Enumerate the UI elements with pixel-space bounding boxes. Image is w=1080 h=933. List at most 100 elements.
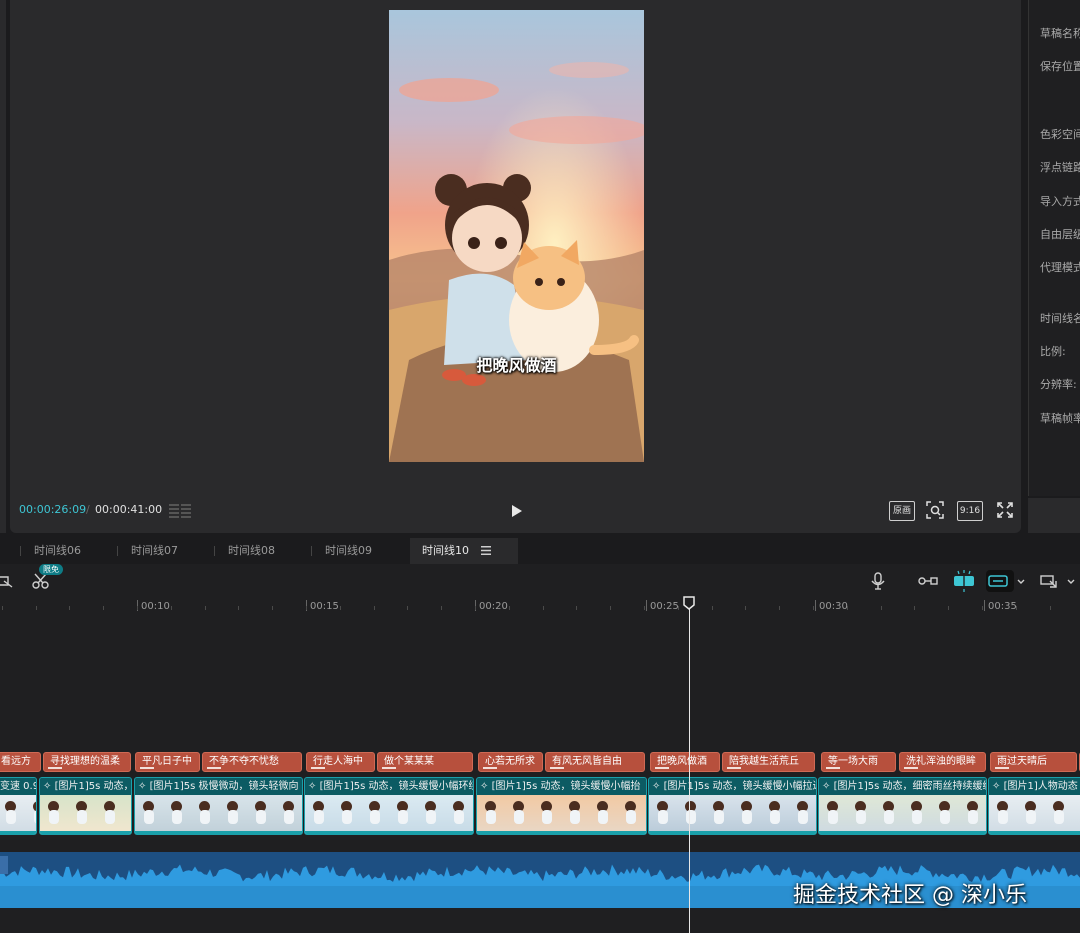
text-clip[interactable]: 不争不夺不忧愁 xyxy=(202,752,302,772)
ruler-minor-tick xyxy=(103,606,104,610)
prop-save-location: 保存位置 xyxy=(1040,60,1080,73)
thumbnail-frame xyxy=(989,795,1018,834)
text-clip-label: 看远方 xyxy=(1,756,31,767)
tab-timeline07[interactable]: 时间线07 xyxy=(119,538,190,564)
thumbnail-frame xyxy=(305,795,334,834)
thumbnail-frame xyxy=(191,795,220,834)
clip-handle xyxy=(989,831,1080,834)
text-clip-label: 寻找理想的温柔 xyxy=(50,756,120,767)
link-clips-icon[interactable] xyxy=(918,572,938,590)
play-icon[interactable] xyxy=(506,502,526,520)
text-clip[interactable]: 行走人海中 xyxy=(306,752,375,772)
microphone-icon[interactable] xyxy=(871,572,885,590)
prop-draft-name: 草稿名称 xyxy=(1040,27,1080,40)
video-clip-thumbnails xyxy=(819,795,986,834)
thumbnail-frame xyxy=(124,795,131,834)
tab-menu-icon[interactable] xyxy=(480,545,492,556)
video-preview[interactable]: 把晚风做酒 xyxy=(389,10,644,462)
video-clip[interactable]: ✧ [图片1]5s 动态，细密雨丝持续缓缓下 xyxy=(818,777,987,835)
fit-screen-icon[interactable] xyxy=(925,500,945,520)
text-clip[interactable]: 雨过天晴后 xyxy=(990,752,1077,772)
chevron-down-icon[interactable] xyxy=(1066,572,1076,590)
thumbnail-frame xyxy=(705,795,734,834)
thumbnail-frame xyxy=(135,795,164,834)
thumbnail-character-body xyxy=(284,810,294,824)
video-clip[interactable]: ✧ [图片1]人物动态 xyxy=(988,777,1080,835)
text-clip[interactable]: 看远方 xyxy=(0,752,41,772)
select-tool-icon[interactable] xyxy=(0,572,14,590)
ruler-minor-tick xyxy=(779,606,780,610)
text-clip[interactable]: 把晚风做酒 xyxy=(650,752,720,772)
video-clip-header: ✧ [图片1]5s 动态，镜头缓慢小幅拉近； xyxy=(649,778,816,795)
video-clip-thumbnails xyxy=(0,795,36,834)
ruler-minor-tick xyxy=(36,606,37,610)
prop-import-mode: 导入方式 xyxy=(1040,195,1080,208)
video-clip[interactable]: ✧ [图片1]5s 动态，镜头缓慢小幅环绕 xyxy=(304,777,474,835)
text-clip-label: 行走人海中 xyxy=(313,756,363,767)
preview-frame-image xyxy=(389,10,644,462)
preview-axis-toggle[interactable] xyxy=(986,570,1014,592)
text-clip[interactable]: 做个某某某 xyxy=(377,752,473,772)
video-clip-thumbnails xyxy=(305,795,473,834)
fullscreen-icon[interactable] xyxy=(996,501,1014,519)
original-quality-button[interactable]: 原画 xyxy=(889,501,915,521)
thumbnail-frame xyxy=(1017,795,1046,834)
video-clip-label: [图片1]5s 动态， xyxy=(54,781,131,792)
text-clip[interactable]: 寻找理想的温柔 xyxy=(43,752,131,772)
tab-timeline06[interactable]: 时间线06 xyxy=(22,538,93,564)
thumbnail-frame xyxy=(0,795,26,834)
aspect-ratio-button[interactable]: 9:16 xyxy=(957,501,983,521)
ruler-minor-tick xyxy=(576,606,577,610)
tab-separator xyxy=(311,546,312,556)
thumbnail-frame xyxy=(645,795,646,834)
thumbnail-character-body xyxy=(514,810,524,824)
text-clip-label: 做个某某某 xyxy=(384,756,434,767)
video-clip-thumbnails xyxy=(135,795,302,834)
clip-handle xyxy=(0,831,36,834)
snap-icon[interactable] xyxy=(952,570,976,592)
thumbnail-frame xyxy=(847,795,876,834)
waveform-grid-icon[interactable] xyxy=(169,503,191,519)
text-clip[interactable]: 洗礼浑浊的眼眸 xyxy=(899,752,986,772)
ruler-minor-tick xyxy=(1050,606,1051,610)
video-clip-thumbnails xyxy=(477,795,646,834)
thumbnail-frame xyxy=(819,795,848,834)
text-clip[interactable]: 心若无所求 xyxy=(478,752,543,772)
text-clip-label: 心若无所求 xyxy=(485,756,535,767)
clip-handle xyxy=(826,767,840,769)
clip-handle xyxy=(382,767,396,769)
video-clip-header: ✧ [图片1]5s 动态，镜头缓慢小幅环绕 xyxy=(305,778,473,795)
video-clip-header: ✧ [图片1]5s 极慢微动，镜头轻微向 xyxy=(135,778,302,795)
thumbnail-frame xyxy=(163,795,192,834)
sparkle-icon: ✧ xyxy=(822,781,834,792)
text-clip[interactable]: 陪我越生活荒丘 xyxy=(722,752,815,772)
video-clip[interactable]: ✧ [图片1]5s 动态，镜头缓慢小幅抬 xyxy=(476,777,647,835)
chevron-down-icon[interactable] xyxy=(1016,572,1026,590)
thumbnail-frame xyxy=(733,795,762,834)
text-clip[interactable]: 平凡日子中 xyxy=(135,752,200,772)
clip-handle xyxy=(48,767,62,769)
total-duration: 00:00:41:00 xyxy=(95,503,163,516)
video-clip[interactable]: ✧ [图片1]5s 动态， xyxy=(39,777,132,835)
text-clip[interactable]: 等一场大雨 xyxy=(821,752,896,772)
ruler-tick xyxy=(815,600,816,611)
thumbnail-character-body xyxy=(828,810,838,824)
prop-resolution: 分辨率: xyxy=(1040,378,1077,391)
clip-handle xyxy=(135,831,302,834)
thumbnail-character-body xyxy=(570,810,580,824)
zoom-fit-icon[interactable] xyxy=(1040,572,1064,590)
tab-timeline10[interactable]: 时间线10 xyxy=(410,538,518,564)
ruler-minor-tick xyxy=(712,606,713,610)
playhead-handle[interactable] xyxy=(683,596,695,610)
ruler-label: 00:20 xyxy=(479,601,508,612)
text-clip[interactable]: 有风无风皆自由 xyxy=(545,752,645,772)
video-clip[interactable]: 变速 0.9X xyxy=(0,777,37,835)
video-clip[interactable]: ✧ [图片1]5s 极慢微动，镜头轻微向 xyxy=(134,777,303,835)
thumbnail-character-body xyxy=(6,810,16,824)
tab-timeline08[interactable]: 时间线08 xyxy=(216,538,287,564)
tab-timeline09[interactable]: 时间线09 xyxy=(313,538,384,564)
ruler-minor-tick xyxy=(813,606,814,610)
audio-clip-start-handle[interactable] xyxy=(0,856,8,874)
video-clip[interactable]: ✧ [图片1]5s 动态，镜头缓慢小幅拉近； xyxy=(648,777,817,835)
ruler-minor-tick xyxy=(272,606,273,610)
